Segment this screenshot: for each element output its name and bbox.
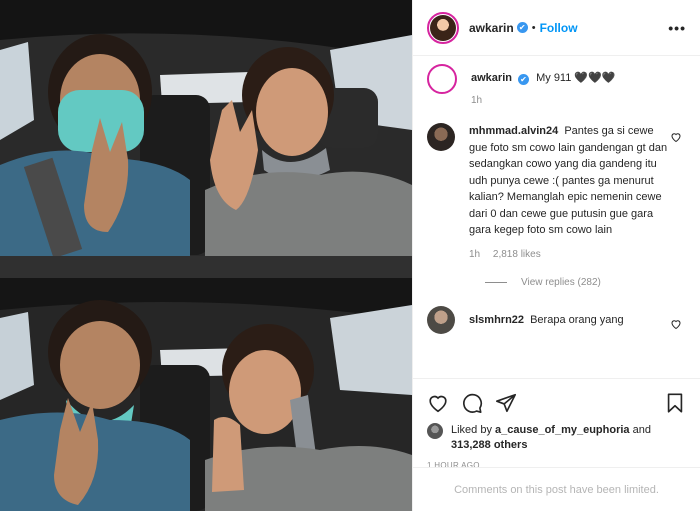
caption-text: My 911 🖤🖤🖤 (536, 72, 616, 84)
post-photo-image (0, 0, 412, 511)
heart-icon[interactable] (670, 318, 682, 330)
comment-text: Pantes ga si cewe gue foto sm cowo lain … (469, 125, 668, 236)
comments-list[interactable]: awkarin ✔ My 911 🖤🖤🖤 1h mhmmad.alvin24 P… (413, 64, 700, 374)
commenter-username[interactable]: mhmmad.alvin24 (469, 125, 558, 137)
header-separator: • (531, 21, 536, 34)
post-sidebar: awkarin ✔ • Follow ••• awkarin ✔ My 911 … (412, 0, 700, 511)
comments-limited-notice: Comments on this post have been limited. (413, 467, 700, 511)
post-actions: Liked by a_cause_of_my_euphoria and 313,… (413, 378, 700, 470)
comment-likes[interactable]: 2,818 likes (493, 249, 541, 260)
likes-count[interactable]: 313,288 others (451, 439, 527, 451)
commenter-avatar[interactable] (427, 306, 455, 334)
follow-button[interactable]: Follow (540, 21, 578, 35)
heart-icon[interactable] (670, 131, 682, 143)
comment-age: 1h (469, 248, 481, 260)
commenter-avatar[interactable] (427, 123, 455, 151)
comment-item: slsmhrn22 Berapa orang yang (427, 306, 686, 334)
bookmark-icon[interactable] (664, 392, 686, 414)
commenter-username[interactable]: slsmhrn22 (469, 314, 524, 326)
author-username[interactable]: awkarin (469, 21, 514, 35)
verified-badge-icon: ✔ (516, 22, 528, 33)
liked-by: Liked by a_cause_of_my_euphoria and 313,… (427, 423, 686, 453)
caption-age: 1h (471, 94, 483, 106)
comment-text: Berapa orang yang (530, 314, 624, 326)
share-icon[interactable] (495, 392, 517, 414)
view-replies-label: View replies (282) (521, 277, 601, 288)
liked-by-prefix: Liked by (451, 424, 496, 436)
author-avatar[interactable] (427, 11, 459, 44)
liked-by-middle: and (629, 424, 651, 436)
caption: awkarin ✔ My 911 🖤🖤🖤 1h (427, 64, 686, 109)
verified-badge-icon: ✔ (518, 74, 530, 85)
action-icons (427, 387, 686, 419)
caption-avatar[interactable] (427, 64, 457, 94)
view-replies-button[interactable]: View replies (282) (485, 277, 686, 288)
comment-icon[interactable] (461, 392, 483, 414)
post-header: awkarin ✔ • Follow ••• (413, 0, 700, 56)
comment-item: mhmmad.alvin24 Pantes ga si cewe gue fot… (427, 123, 686, 263)
liked-by-user[interactable]: a_cause_of_my_euphoria (495, 424, 630, 436)
caption-username[interactable]: awkarin (471, 72, 512, 84)
replies-divider (485, 282, 507, 283)
more-options-icon[interactable]: ••• (668, 20, 686, 36)
post-photo[interactable] (0, 0, 412, 511)
like-heart-icon[interactable] (427, 392, 449, 414)
liker-avatar[interactable] (427, 423, 443, 439)
